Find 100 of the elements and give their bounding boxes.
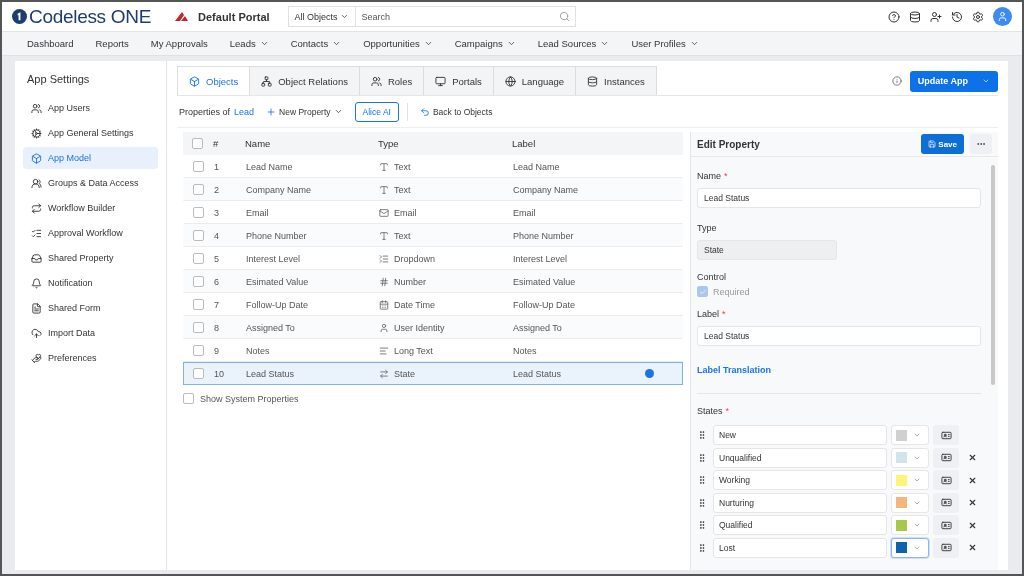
- checkbox[interactable]: [193, 161, 204, 172]
- new-property-button[interactable]: New Property: [262, 106, 347, 117]
- table-cell: Lead Name: [513, 161, 560, 172]
- drag-handle-icon[interactable]: [697, 475, 707, 485]
- checkbox[interactable]: [193, 253, 204, 264]
- tab[interactable]: Roles: [358, 66, 425, 95]
- drag-handle-icon[interactable]: [697, 452, 707, 463]
- update-app-button[interactable]: Update App: [909, 70, 998, 92]
- table-row[interactable]: 4 Phone Number Text Phone Number: [183, 224, 683, 247]
- nav-item[interactable]: Leads: [218, 38, 280, 49]
- translation-link[interactable]: Label Translation: [697, 365, 772, 375]
- inbox-icon: [31, 252, 42, 264]
- id-card-button[interactable]: [933, 492, 959, 513]
- table-cell-text: 4: [214, 230, 220, 241]
- checkbox[interactable]: [193, 184, 204, 195]
- state-field[interactable]: Working: [713, 470, 887, 490]
- save-button[interactable]: Save: [921, 134, 964, 154]
- tab[interactable]: Portals: [423, 66, 494, 95]
- drag-handle-icon[interactable]: [697, 520, 707, 530]
- sidebar-item[interactable]: Notification: [23, 272, 158, 294]
- network-icon: [261, 75, 273, 87]
- table-row[interactable]: 6 Esimated Value Number Esimated Value: [183, 270, 683, 293]
- sidebar-item[interactable]: Preferences: [23, 347, 158, 369]
- nav-item[interactable]: User Profiles: [620, 38, 710, 49]
- name-field[interactable]: Lead Status: [697, 188, 981, 208]
- sidebar-item[interactable]: Approval Workflow: [23, 222, 158, 244]
- table-cell: Notes: [513, 345, 537, 356]
- table-cell-text: 6: [214, 276, 220, 287]
- nav-item[interactable]: My Approvals: [139, 38, 219, 49]
- tab[interactable]: Language: [492, 66, 577, 95]
- history-icon[interactable]: [951, 10, 963, 23]
- nav-item[interactable]: Dashboard: [16, 38, 85, 49]
- drag-handle-icon[interactable]: [697, 542, 707, 553]
- list-icon: [379, 253, 389, 264]
- sidebar-item[interactable]: Import Data: [23, 322, 158, 344]
- sidebar-item[interactable]: App Users: [23, 97, 158, 119]
- tab[interactable]: Objects: [177, 66, 251, 95]
- table-cell: Email: [513, 207, 536, 218]
- drag-handle-icon[interactable]: [697, 430, 707, 440]
- id-card-button[interactable]: [933, 470, 959, 490]
- table-row[interactable]: 2 Company Name Text Company Name: [183, 178, 683, 201]
- back-button[interactable]: Back to Objects: [415, 106, 497, 117]
- state-field[interactable]: New: [713, 425, 887, 445]
- sidebar-item[interactable]: App Model: [23, 147, 158, 169]
- table-cell: Follow-Up Date: [513, 299, 576, 310]
- sidebar-item[interactable]: Groups & Data Access: [23, 172, 158, 194]
- sidebar-item[interactable]: App General Settings: [23, 122, 158, 144]
- checkbox[interactable]: [193, 276, 204, 287]
- database-icon[interactable]: [909, 10, 921, 23]
- nav-item[interactable]: Reports: [84, 38, 140, 49]
- drag-handle-icon[interactable]: [697, 497, 707, 508]
- sidebar-item[interactable]: Workflow Builder: [23, 197, 158, 219]
- label-field[interactable]: Lead Status: [697, 326, 981, 346]
- state-field[interactable]: Unqualified: [713, 447, 887, 468]
- id-card-button[interactable]: [933, 425, 959, 445]
- state-field[interactable]: Nurturing: [713, 492, 887, 513]
- settings-icon[interactable]: [972, 10, 984, 23]
- checkbox[interactable]: [193, 230, 204, 241]
- state-field[interactable]: Lost: [713, 537, 887, 558]
- table-cell-text: Interest Level: [246, 253, 302, 264]
- user-plus-icon[interactable]: [930, 10, 942, 23]
- checkbox[interactable]: [193, 207, 204, 218]
- nav-item[interactable]: Campaigns: [443, 38, 527, 49]
- table-cell-text: Esimated Value: [246, 276, 310, 287]
- id-card-button[interactable]: [933, 537, 959, 558]
- checkbox[interactable]: [193, 299, 204, 310]
- color-picker[interactable]: [891, 537, 929, 558]
- id-card-button[interactable]: [933, 447, 959, 468]
- nav-item[interactable]: Lead Sources: [526, 38, 621, 49]
- more-button[interactable]: [970, 134, 992, 154]
- checkbox[interactable]: [193, 322, 204, 333]
- caret-icon: [259, 39, 269, 48]
- checkbox[interactable]: [193, 345, 204, 356]
- close-icon: [967, 475, 977, 485]
- table-row[interactable]: 10 Lead Status State Lead Status: [183, 362, 683, 385]
- avatar[interactable]: [993, 7, 1012, 26]
- alice-ai-button[interactable]: Alice AI: [354, 101, 399, 122]
- table-cell: Date Time: [394, 299, 435, 310]
- nav-item[interactable]: Contacts: [279, 38, 353, 49]
- caret-icon: [600, 39, 610, 48]
- checkbox[interactable]: [697, 286, 708, 297]
- state-field[interactable]: Qualified: [713, 515, 887, 535]
- search-field[interactable]: Search: [355, 6, 576, 27]
- checkbox[interactable]: [183, 393, 194, 404]
- help-icon[interactable]: [888, 10, 900, 23]
- tab[interactable]: Object Relations: [249, 66, 360, 95]
- table-row[interactable]: 8 Assigned To User Identity Assigned To: [183, 316, 683, 339]
- column-header: Name: [245, 138, 272, 149]
- column-header: Label: [512, 138, 537, 149]
- table-cell-text: 8: [214, 322, 220, 333]
- scope-dropdown[interactable]: All Objects: [287, 6, 356, 27]
- checkbox[interactable]: [192, 138, 203, 149]
- tab[interactable]: Instances: [575, 66, 657, 95]
- sidebar-item[interactable]: Shared Form: [23, 297, 158, 319]
- checkbox[interactable]: [193, 368, 204, 379]
- id-card-button[interactable]: [933, 515, 959, 535]
- sidebar-item[interactable]: Shared Property: [23, 247, 158, 269]
- caret-icon: [913, 476, 921, 484]
- hand-heart-icon: [31, 352, 42, 364]
- nav-item[interactable]: Opportunities: [352, 38, 444, 49]
